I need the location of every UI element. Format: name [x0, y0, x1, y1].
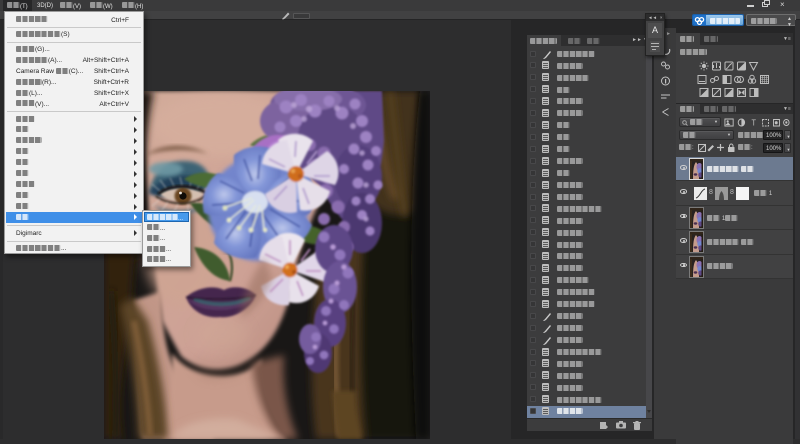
- svg-text:T: T: [752, 118, 757, 127]
